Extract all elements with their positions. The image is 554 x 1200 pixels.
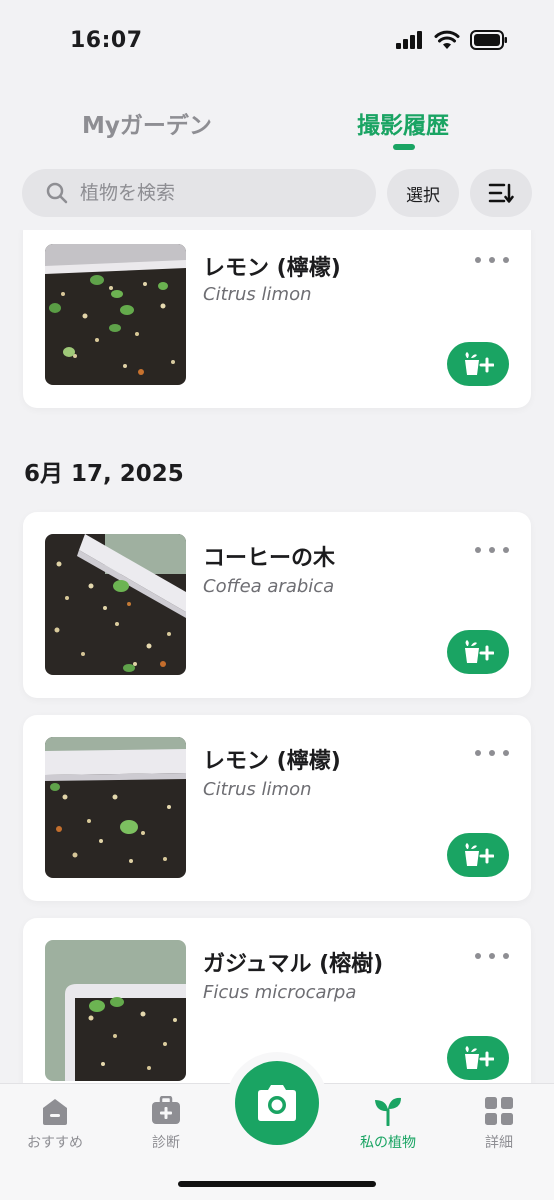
plant-name: レモン (檸檬) [203,256,341,281]
more-icon[interactable] [475,743,509,763]
nav-details[interactable]: 詳細 [454,1096,544,1152]
plant-card[interactable]: コーヒーの木 Coffea arabica [23,512,531,698]
add-to-garden-icon [465,1046,494,1069]
add-to-garden-button[interactable] [447,630,509,674]
nav-details-label: 詳細 [485,1135,513,1151]
medkit-icon [152,1096,180,1124]
search-input[interactable] [80,182,340,204]
more-icon[interactable] [475,250,509,270]
nav-recommend-label: おすすめ [27,1135,83,1151]
nav-my-plants-label: 私の植物 [360,1135,416,1151]
history-list[interactable]: レモン (檸檬) Citrus limon 6月 17, 2025 コーヒーの木… [0,230,554,1084]
nav-my-plants[interactable]: 私の植物 [343,1096,433,1152]
plant-photo [45,737,186,878]
status-time: 16:07 [70,28,143,53]
plant-scientific-name: Ficus microcarpa [203,982,357,1003]
home-indicator [178,1181,376,1187]
plant-scientific-name: Citrus limon [203,779,312,800]
sort-button[interactable] [470,169,532,217]
tab-my-garden[interactable]: Myガーデン [82,106,212,140]
plant-card[interactable]: レモン (檸檬) Citrus limon [23,715,531,901]
sprout-icon [375,1097,401,1126]
plant-photo [45,940,186,1081]
plant-name: レモン (檸檬) [203,749,341,774]
plant-scientific-name: Citrus limon [203,284,312,305]
search-icon [46,182,68,204]
battery-icon [470,30,507,50]
active-tab-indicator [393,144,415,150]
search-row: 選択 [22,169,532,217]
add-to-garden-icon [465,843,494,866]
home-icon [43,1099,67,1125]
select-button[interactable]: 選択 [387,169,459,217]
plant-photo [45,244,186,385]
more-icon[interactable] [475,946,509,966]
add-to-garden-icon [465,640,494,663]
plant-photo [45,534,186,675]
status-icons [396,30,508,50]
tab-history[interactable]: 撮影履歴 [357,106,449,140]
add-to-garden-button[interactable] [447,833,509,877]
nav-diagnose-label: 診断 [152,1135,180,1151]
plant-card[interactable]: レモン (檸檬) Citrus limon [23,230,531,408]
signal-icon [396,31,422,49]
date-group-header: 6月 17, 2025 [24,461,184,487]
wifi-icon [434,30,460,49]
grid-icon [485,1097,513,1125]
add-to-garden-button[interactable] [447,1036,509,1080]
camera-icon [258,1085,296,1121]
more-icon[interactable] [475,540,509,560]
add-to-garden-icon [465,352,494,375]
top-tabs: Myガーデン 撮影履歴 [0,100,554,156]
plant-name: コーヒーの木 [203,546,336,571]
add-to-garden-button[interactable] [447,342,509,386]
nav-diagnose[interactable]: 診断 [121,1096,211,1152]
search-box[interactable] [22,169,376,217]
status-bar: 16:07 [0,0,554,82]
sort-icon [488,183,514,203]
plant-name: ガジュマル (榕樹) [203,952,384,977]
nav-recommend[interactable]: おすすめ [10,1096,100,1152]
camera-button[interactable] [235,1061,319,1145]
plant-scientific-name: Coffea arabica [203,576,335,597]
